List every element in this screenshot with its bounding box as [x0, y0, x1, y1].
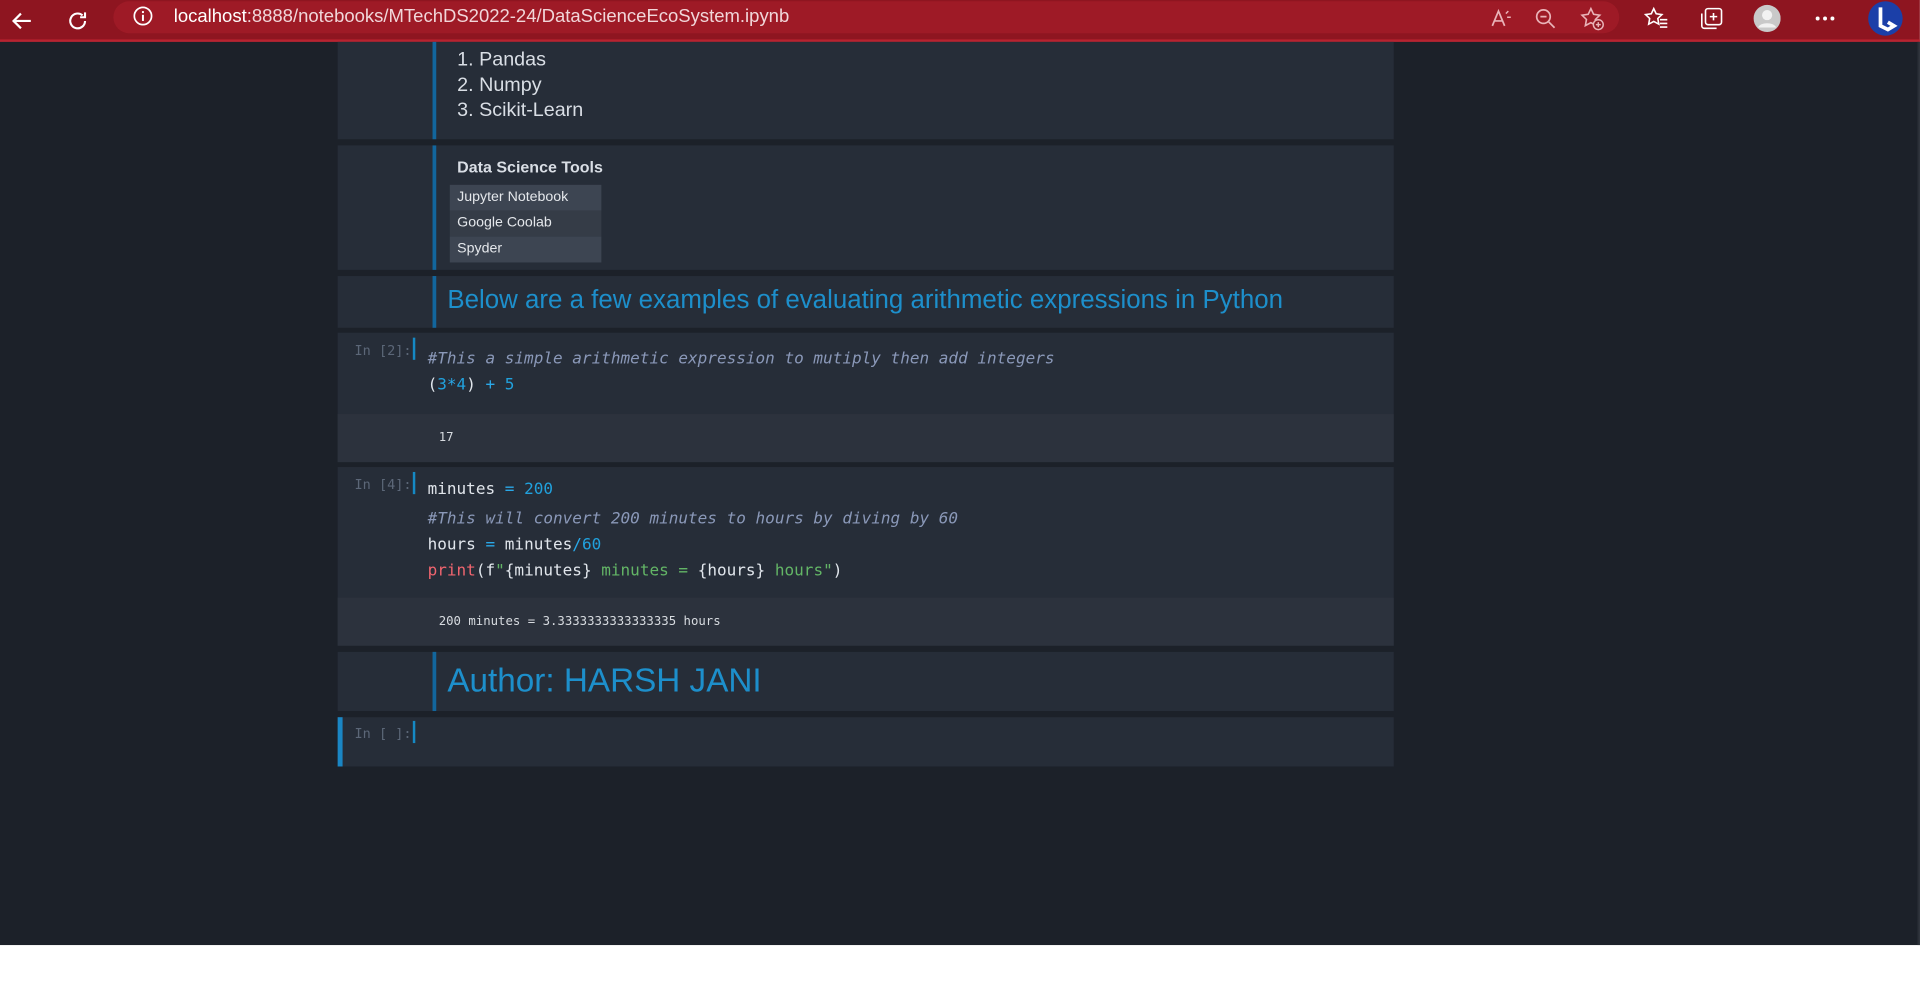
markdown-cell-author[interactable]: Author: HARSH JANI	[337, 651, 1394, 712]
prompt-bar	[412, 720, 416, 744]
site-info-icon[interactable]	[133, 6, 153, 26]
refresh-icon[interactable]	[62, 5, 94, 37]
code-cell-arithmetic[interactable]: In [2]: #This a simple arithmetic expres…	[337, 332, 1394, 463]
bottom-blank-area	[0, 945, 1920, 988]
libraries-list: 1. Pandas 2. Numpy 3. Scikit-Learn	[457, 48, 583, 124]
add-favorite-icon[interactable]	[1579, 5, 1606, 32]
code-line: minutes = 200	[427, 480, 554, 500]
back-icon[interactable]	[6, 5, 38, 37]
markdown-cell-examples-heading[interactable]: Below are a few examples of evaluating a…	[337, 276, 1394, 328]
list-item: 3. Scikit-Learn	[457, 99, 584, 121]
list-item: 1. Pandas	[457, 49, 546, 71]
code-cell-minutes[interactable]: In [4]: minutes = 200 #This will convert…	[337, 467, 1394, 646]
prompt-bar	[412, 337, 416, 360]
comment-text: #This a simple arithmetic expression to …	[427, 349, 1055, 369]
markdown-cell-bar	[432, 145, 437, 270]
table-row: Jupyter Notebook	[449, 184, 602, 211]
cell-prompt: In [2]:	[354, 342, 412, 359]
table-row: Spyder	[449, 236, 602, 263]
list-item: 2. Numpy	[457, 74, 542, 96]
bing-copilot-icon[interactable]	[1867, 0, 1904, 37]
cell-prompt: In [4]:	[354, 476, 412, 493]
more-options-icon[interactable]	[1811, 5, 1838, 32]
code-comment: #This will convert 200 minutes to hours …	[428, 510, 958, 528]
url-text[interactable]: localhost:8888/notebooks/MTechDS2022-24/…	[174, 6, 789, 27]
markdown-cell-bar	[432, 651, 437, 712]
cell-prompt: In [ ]:	[354, 725, 412, 742]
code-line: hours = minutes/60	[427, 536, 602, 555]
prompt-bar	[412, 471, 416, 495]
notebook-page: 1. Pandas 2. Numpy 3. Scikit-Learn Data …	[0, 41, 1920, 946]
url-host: localhost	[173, 6, 247, 28]
read-aloud-icon[interactable]	[1487, 5, 1514, 32]
code-cell-empty[interactable]: In [ ]:	[337, 717, 1394, 767]
code-comment: #This a simple arithmetic expression to …	[428, 350, 1055, 368]
cell-output: 17	[337, 414, 1394, 463]
browser-toolbar: localhost:8888/notebooks/MTechDS2022-24/…	[0, 0, 1920, 42]
output-text: 17	[438, 431, 454, 445]
collections-icon[interactable]	[1698, 5, 1725, 32]
examples-heading: Below are a few examples of evaluating a…	[447, 285, 1284, 315]
tools-heading: Data Science Tools	[457, 157, 603, 177]
table-row: Google Coolab	[449, 210, 602, 237]
profile-avatar-icon[interactable]	[1753, 4, 1781, 33]
markdown-cell-tools[interactable]: Data Science Tools Jupyter Notebook Goog…	[337, 145, 1394, 270]
markdown-cell-bar	[432, 41, 437, 140]
browser-window: localhost:8888/notebooks/MTechDS2022-24/…	[0, 0, 1920, 988]
output-text: 200 minutes = 3.3333333333333335 hours	[438, 614, 721, 629]
zoom-out-icon[interactable]	[1532, 5, 1559, 32]
url-path: :8888/notebooks/MTechDS2022-24/DataScien…	[246, 6, 790, 28]
code-line: print(f"{minutes} minutes = {hours} hour…	[427, 561, 843, 581]
markdown-cell-libraries[interactable]: 1. Pandas 2. Numpy 3. Scikit-Learn	[337, 41, 1394, 140]
code-line: (3*4) + 5	[427, 375, 515, 395]
comment-text: #This will convert 200 minutes to hours …	[427, 510, 959, 529]
cell-output: 200 minutes = 3.3333333333333335 hours	[337, 597, 1394, 646]
markdown-cell-bar	[432, 276, 437, 328]
author-heading: Author: HARSH JANI	[447, 661, 762, 699]
tools-table: Jupyter Notebook Google Coolab Spyder	[449, 184, 602, 263]
favorites-icon[interactable]	[1643, 5, 1670, 32]
